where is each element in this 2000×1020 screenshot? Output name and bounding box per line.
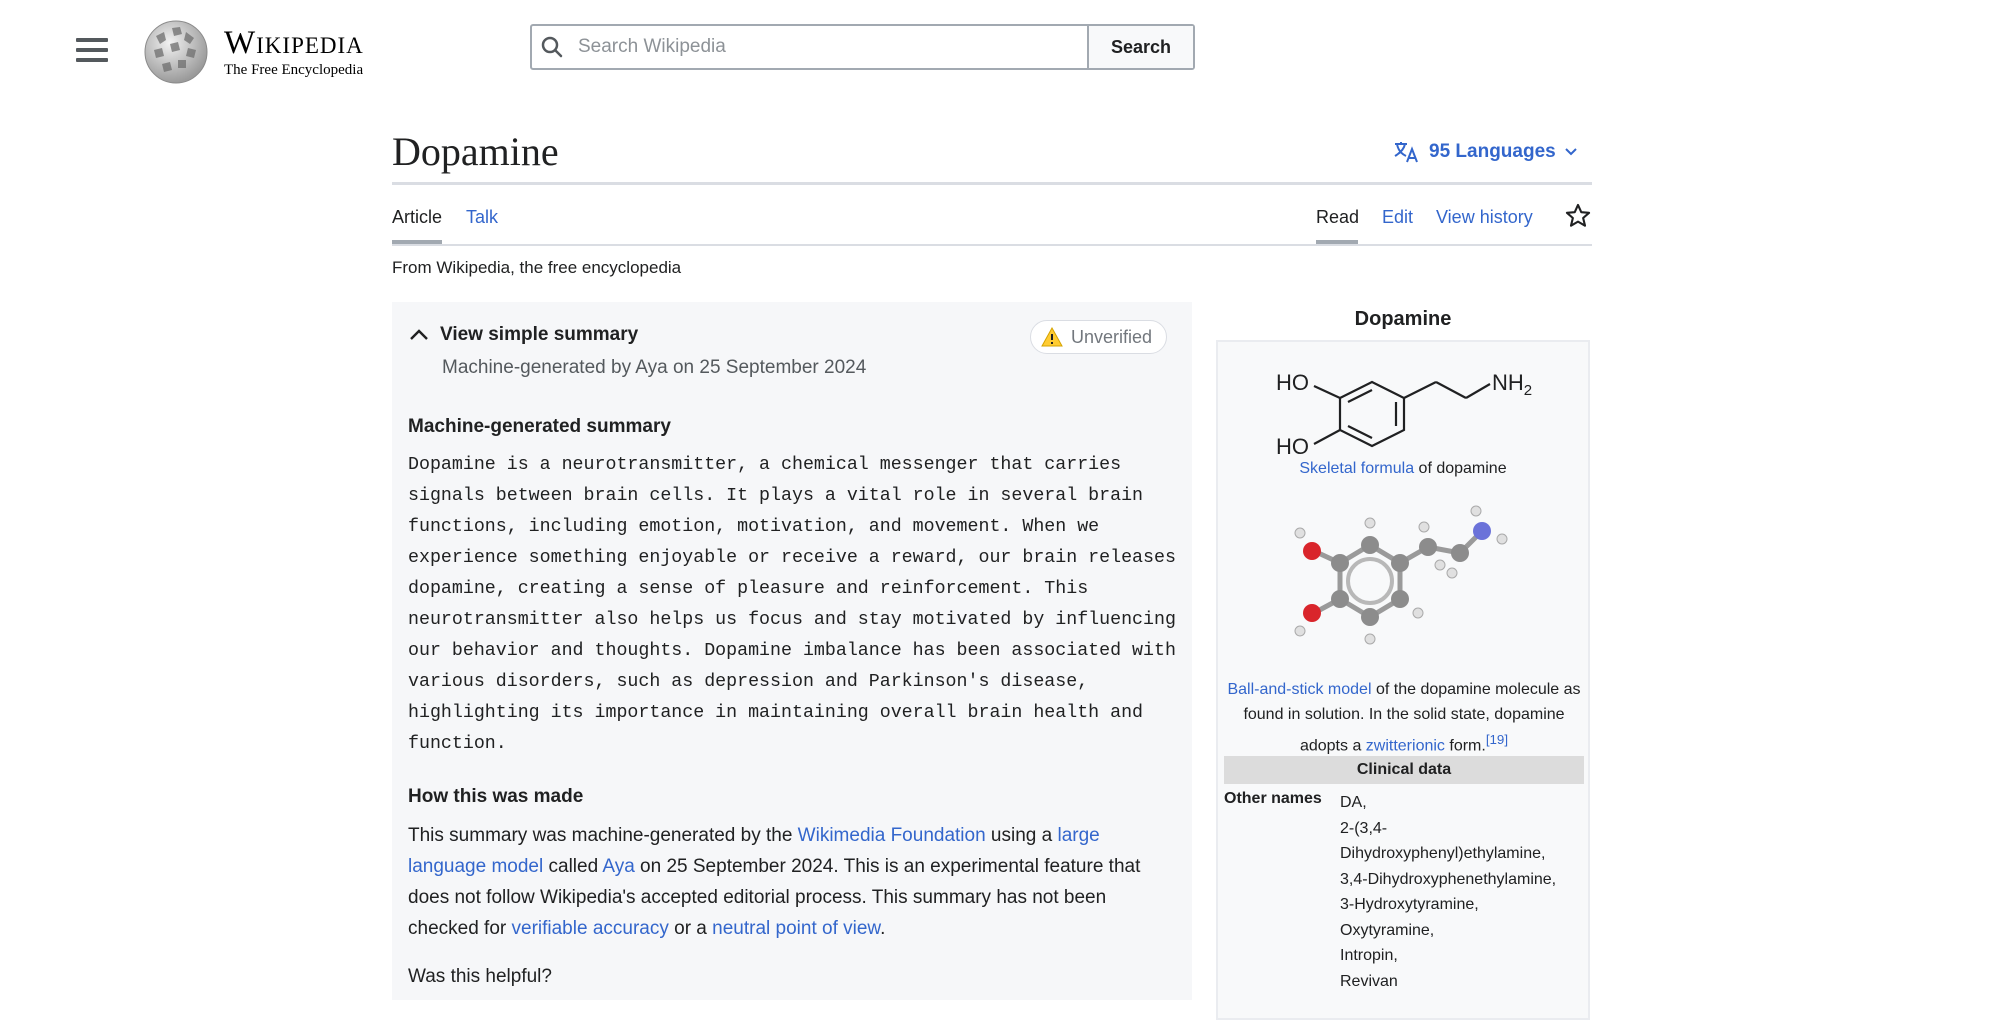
ball-and-stick-model-image[interactable] <box>1270 495 1540 670</box>
infobox-title: Dopamine <box>1354 308 1452 330</box>
summary-toggle-label: View simple summary <box>440 324 639 345</box>
how-text-part: using a <box>985 825 1058 846</box>
warning-icon <box>1041 327 1063 347</box>
skeletal-formula-caption: Skeletal formula of dopamine <box>1216 460 1590 478</box>
other-name-item: Oxytyramine, <box>1340 921 1435 939</box>
search-button[interactable]: Search <box>1086 26 1193 68</box>
tab-edit[interactable]: Edit <box>1382 207 1413 228</box>
other-names-list: DA, 2-(3,4- Dihydroxyphenyl)ethylamine, … <box>1340 790 1556 994</box>
chevron-down-icon <box>1565 148 1577 156</box>
caption-text: form. <box>1444 737 1486 755</box>
other-name-item: Revivan <box>1340 972 1398 990</box>
other-name-item: DA, <box>1340 794 1367 811</box>
formula-ho-bottom: HO <box>1276 434 1309 459</box>
formula-ho-top: HO <box>1276 370 1309 395</box>
skeletal-formula-link[interactable]: Skeletal formula <box>1299 460 1414 477</box>
summary-text: Dopamine is a neurotransmitter, a chemic… <box>408 455 1176 754</box>
clinical-data-header: Clinical data <box>1224 756 1584 784</box>
formula-subscript: 2 <box>1524 382 1532 399</box>
wikimedia-foundation-link[interactable]: Wikimedia Foundation <box>798 825 986 846</box>
search-input[interactable] <box>572 26 1087 68</box>
translate-icon <box>1394 142 1418 163</box>
chevron-up-icon <box>410 329 428 340</box>
tabs-divider <box>392 244 1592 246</box>
other-name-item: 2-(3,4- <box>1340 819 1388 837</box>
how-text-part: or a <box>668 918 713 939</box>
badge-label: Unverified <box>1071 326 1153 347</box>
summary-heading: Machine-generated summary <box>408 416 671 437</box>
site-tagline: From Wikipedia, the free encyclopedia <box>392 258 682 277</box>
search-icon <box>532 26 572 68</box>
wikipedia-logo[interactable]: Wikipedia The Free Encyclopedia <box>142 18 364 86</box>
how-text-part: This summary was machine-generated by th… <box>408 825 798 846</box>
menu-icon[interactable] <box>76 36 108 64</box>
other-name-item: Dihydroxyphenyl)ethylamine, <box>1340 845 1546 862</box>
aya-link[interactable]: Aya <box>602 856 634 877</box>
other-names-label: Other names <box>1224 790 1322 807</box>
ball-and-stick-model-link[interactable]: Ball-and-stick model <box>1227 681 1371 698</box>
tab-talk[interactable]: Talk <box>466 207 498 228</box>
languages-label: 95 Languages <box>1429 141 1556 162</box>
ball-and-stick-caption: Ball-and-stick model of the dopamine mol… <box>1226 677 1582 758</box>
caption-text: of dopamine <box>1414 460 1507 477</box>
wikipedia-globe-icon <box>144 20 208 84</box>
formula-nh: NH <box>1492 370 1524 395</box>
how-made-text: This summary was machine-generated by th… <box>408 820 1178 944</box>
verifiable-accuracy-link[interactable]: verifiable accuracy <box>512 918 669 939</box>
feedback-prompt: Was this helpful? <box>408 966 552 987</box>
tab-view-history[interactable]: View history <box>1436 207 1533 228</box>
search-box: Search <box>530 24 1195 70</box>
how-text-part: . <box>880 918 886 939</box>
logo-tagline: The Free Encyclopedia <box>224 61 364 78</box>
tab-article[interactable]: Article <box>392 207 442 228</box>
svg-text:NH2: NH2 <box>1492 370 1532 399</box>
how-text-part: called <box>543 856 603 877</box>
logo-wordmark: Wikipedia <box>224 24 364 61</box>
how-made-heading: How this was made <box>408 786 584 807</box>
other-name-item: Intropin, <box>1340 947 1398 964</box>
other-name-item: 3-Hydroxytyramine, <box>1340 896 1479 913</box>
skeletal-formula-image[interactable]: HO HO NH2 <box>1270 350 1540 460</box>
reference-link[interactable]: [19] <box>1486 732 1508 747</box>
languages-button[interactable]: 95 Languages <box>1393 140 1578 164</box>
other-name-item: 3,4-Dihydroxyphenethylamine, <box>1340 870 1557 888</box>
neutral-point-of-view-link[interactable]: neutral point of view <box>712 918 880 939</box>
title-divider <box>392 182 1592 185</box>
watch-star-icon[interactable] <box>1564 202 1592 235</box>
page-title: Dopamine <box>392 129 559 174</box>
tab-read[interactable]: Read <box>1316 207 1359 228</box>
unverified-badge: Unverified <box>1030 320 1168 354</box>
zwitterionic-link[interactable]: zwitterionic <box>1366 737 1445 754</box>
view-simple-summary-toggle[interactable]: View simple summary <box>408 324 638 346</box>
summary-byline: Machine-generated by Aya on 25 September… <box>442 357 867 378</box>
